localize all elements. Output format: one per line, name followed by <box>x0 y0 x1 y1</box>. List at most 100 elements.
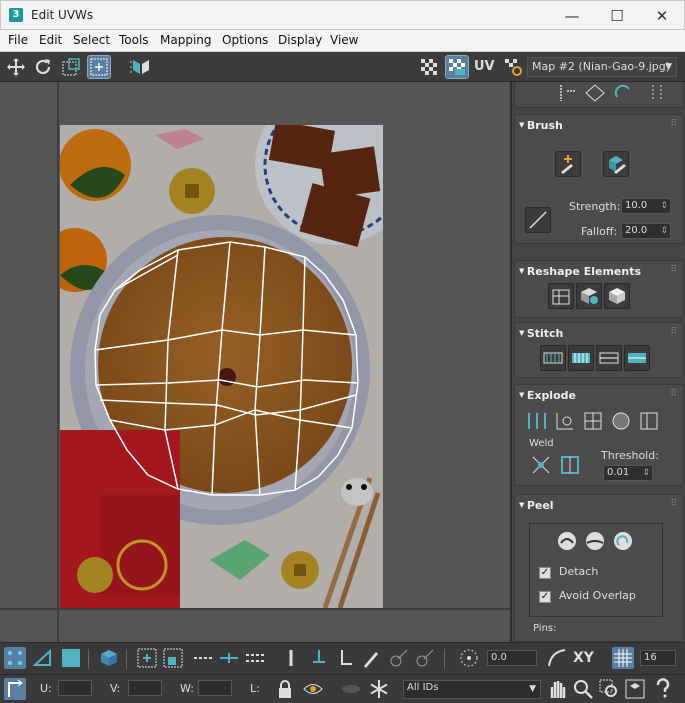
relax-elements-icon[interactable] <box>576 283 602 309</box>
rollout-reshape-title[interactable]: Reshape Elements <box>519 265 641 278</box>
texture-map-value: Map #2 (Nian-Gao-9.jpg) <box>532 60 671 73</box>
show-icon[interactable] <box>340 678 362 700</box>
zoom-region-icon[interactable] <box>598 678 620 700</box>
grid-value-input[interactable]: 16 <box>640 650 676 666</box>
edge-ring-icon[interactable] <box>244 647 266 669</box>
paint-select-shrink-icon[interactable] <box>414 647 436 669</box>
rollout-peel: Peel ⠿ ✓ Detach ✓ Avoid Overlap Pins: <box>514 494 684 642</box>
pan-hand-icon[interactable] <box>546 678 568 700</box>
grip-icon: ⠿ <box>670 499 677 509</box>
close-button[interactable]: ✕ <box>639 1 685 31</box>
scale-icon[interactable] <box>60 56 82 78</box>
strength-spinner[interactable]: 10.0 <box>621 198 671 214</box>
viewport-u0-axis <box>57 82 59 642</box>
zoom-extents-icon[interactable] <box>624 678 646 700</box>
absolute-offset-icon[interactable] <box>4 678 26 700</box>
grow-selection-icon[interactable] <box>136 647 158 669</box>
u-input[interactable] <box>58 680 92 696</box>
paint-select-grow-icon[interactable] <box>388 647 410 669</box>
stitch-target-icon[interactable] <box>568 345 594 371</box>
help-icon[interactable] <box>652 678 674 700</box>
detach-edges-icon[interactable] <box>553 409 579 435</box>
select-inverted-icon[interactable] <box>334 647 356 669</box>
falloff-spinner[interactable]: 20.0 <box>621 223 671 239</box>
quick-peel-icon[interactable] <box>555 529 581 555</box>
flatten-icon[interactable] <box>581 409 607 435</box>
straighten-icon[interactable] <box>548 283 574 309</box>
checker-icon[interactable] <box>418 56 440 78</box>
select-overlap-icon[interactable] <box>280 647 302 669</box>
mirror-icon[interactable] <box>130 56 152 78</box>
edge-loop-icon[interactable] <box>192 647 214 669</box>
avoid-overlap-checkbox[interactable]: ✓ <box>539 591 551 603</box>
edge-mode-icon[interactable] <box>32 647 54 669</box>
toolbar-grip-icon <box>120 56 132 78</box>
freeform-mode-icon[interactable] <box>87 55 111 79</box>
weld-target-icon[interactable] <box>558 453 584 479</box>
v-input[interactable] <box>128 680 162 696</box>
paint-relax-icon[interactable] <box>603 151 629 177</box>
weld-selected-icon[interactable] <box>529 453 555 479</box>
freeze-icon[interactable] <box>368 678 390 700</box>
rollout-peel-title[interactable]: Peel <box>519 499 554 512</box>
rotate-value-input[interactable]: 0.0 <box>487 650 537 666</box>
paint-select-icon[interactable] <box>360 647 382 669</box>
hide-icon[interactable] <box>302 678 324 700</box>
stitch-custom-icon[interactable] <box>540 345 566 371</box>
maximize-button[interactable]: ☐ <box>594 1 640 31</box>
menu-mapping[interactable]: Mapping <box>160 33 212 47</box>
menu-options[interactable]: Options <box>222 33 268 47</box>
menu-bar: File Edit Select Tools Mapping Options D… <box>0 30 685 52</box>
soft-selection-icon[interactable] <box>546 647 568 669</box>
stitch-average-icon[interactable] <box>596 345 622 371</box>
vertex-mode-icon[interactable] <box>4 647 26 669</box>
menu-display[interactable]: Display <box>278 33 322 47</box>
flatten-by-smoothing-icon[interactable] <box>637 409 663 435</box>
rollout-stitch-title[interactable]: Stitch <box>519 327 564 340</box>
threshold-spinner[interactable]: 0.01 <box>603 465 653 481</box>
move-icon[interactable] <box>5 56 27 78</box>
grip-icon: ⠿ <box>670 119 677 129</box>
peel-mode-icon[interactable] <box>583 529 609 555</box>
reset-peel-icon[interactable] <box>611 529 637 555</box>
texture-map-dropdown[interactable]: Map #2 (Nian-Gao-9.jpg) ▼ <box>527 57 677 77</box>
menu-tools[interactable]: Tools <box>119 33 149 47</box>
paint-move-icon[interactable] <box>555 151 581 177</box>
rotate-icon[interactable] <box>32 56 54 78</box>
xy-plane-label[interactable]: XY <box>573 650 594 666</box>
menu-view[interactable]: View <box>330 33 358 47</box>
brush-line-icon[interactable] <box>525 207 551 233</box>
flatten-by-material-icon[interactable] <box>609 409 635 435</box>
relax-icon[interactable] <box>611 82 637 107</box>
grid-icon[interactable] <box>583 82 609 107</box>
w-input[interactable] <box>198 680 232 696</box>
lock-icon[interactable] <box>274 678 296 700</box>
material-ids-dropdown[interactable]: All IDs ▼ <box>403 680 541 699</box>
break-icon[interactable] <box>525 409 551 435</box>
detach-checkbox[interactable]: ✓ <box>539 567 551 579</box>
align-icon[interactable] <box>555 82 581 107</box>
polygon-mode-icon[interactable] <box>60 647 82 669</box>
rotate-angle-icon[interactable] <box>458 647 480 669</box>
v-label: V: <box>110 682 121 695</box>
distribute-icon[interactable] <box>645 82 671 107</box>
shrink-selection-icon[interactable] <box>162 647 184 669</box>
show-map-icon[interactable] <box>445 55 469 79</box>
menu-select[interactable]: Select <box>73 33 110 47</box>
uv-settings-icon[interactable] <box>502 56 524 78</box>
status-toolbar: U: V: W: L: All IDs ▼ <box>0 674 685 703</box>
app-icon: 3 <box>9 8 23 22</box>
minimize-button[interactable]: — <box>549 1 595 31</box>
uv-mode-label[interactable]: UV <box>474 56 498 78</box>
select-by-element-icon[interactable] <box>308 647 330 669</box>
element-mode-icon[interactable] <box>98 647 120 669</box>
menu-file[interactable]: File <box>8 33 28 47</box>
grow-loop-icon[interactable] <box>218 647 240 669</box>
shape-icon[interactable] <box>604 283 630 309</box>
zoom-icon[interactable] <box>572 678 594 700</box>
rollout-explode-title[interactable]: Explode <box>519 389 576 402</box>
grid-snap-icon[interactable] <box>612 647 634 669</box>
stitch-source-icon[interactable] <box>624 345 650 371</box>
rollout-brush-title[interactable]: Brush <box>519 119 563 132</box>
menu-edit[interactable]: Edit <box>39 33 62 47</box>
